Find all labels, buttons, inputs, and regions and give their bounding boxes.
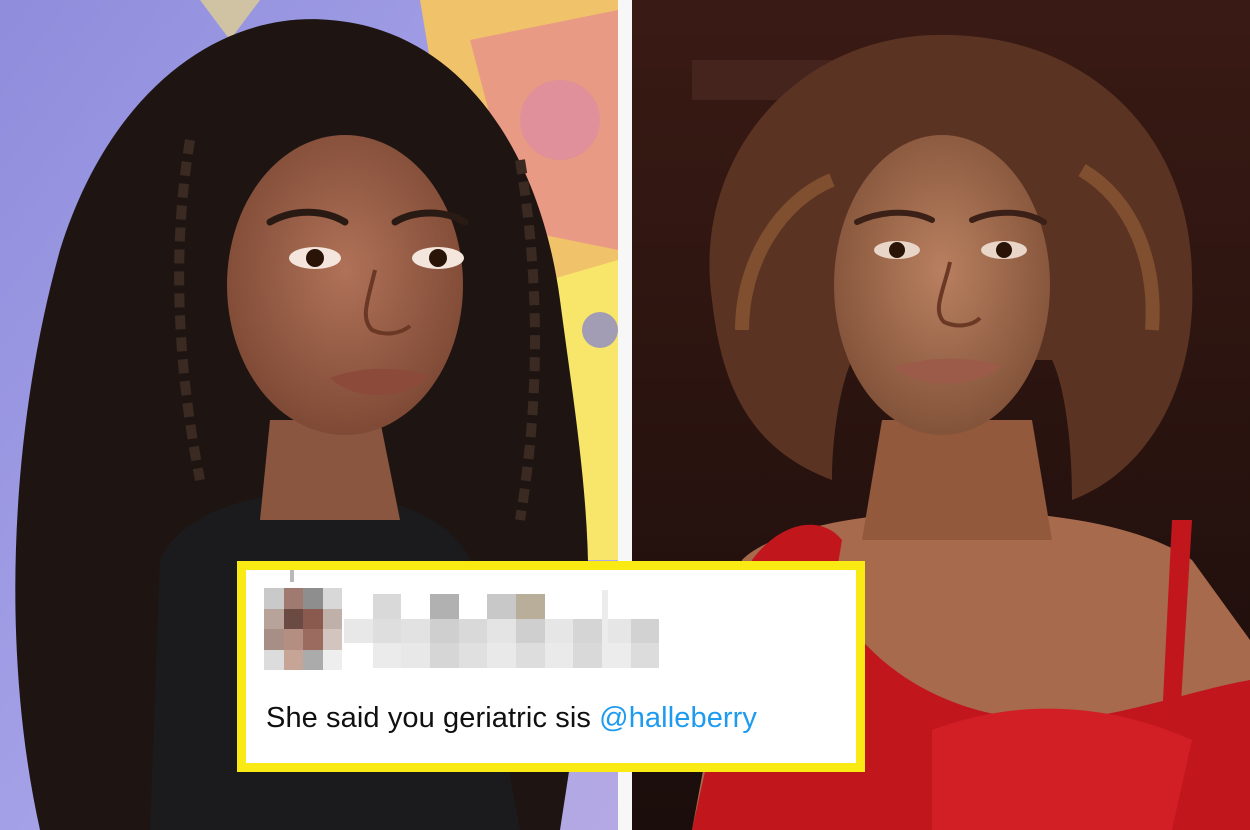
username-pixel: [659, 594, 688, 619]
username-pixel: [344, 594, 373, 619]
username-pixel: [401, 643, 430, 668]
username-pixel: [429, 594, 459, 619]
avatar-pixel: [283, 588, 303, 609]
username-pixel: [573, 643, 602, 668]
username-pixel: [487, 594, 516, 619]
username-pixel: [573, 594, 602, 619]
tweet-body: She said you geriatric sis: [266, 702, 591, 734]
avatar-pixel: [264, 649, 284, 670]
username-pixel: [429, 643, 459, 668]
username-pixel: [401, 594, 430, 619]
pixelated-divider: [602, 590, 608, 668]
username-pixel: [458, 643, 488, 668]
username-pixel: [630, 594, 660, 619]
username-pixel: [515, 618, 545, 644]
avatar-pixel: [303, 649, 323, 670]
avatar-pixel: [322, 629, 342, 650]
username-pixel: [515, 643, 545, 668]
tweet-card: She said you geriatric sis @halleberry: [237, 561, 865, 772]
username-pixel: [573, 618, 602, 644]
pixelated-avatar: [264, 588, 342, 670]
username-pixel: [458, 618, 488, 644]
tweet-mention[interactable]: @halleberry: [599, 702, 757, 734]
avatar-pixel: [303, 608, 323, 629]
username-pixel: [630, 618, 660, 644]
username-pixel: [429, 618, 459, 644]
avatar-pixel: [322, 588, 342, 609]
tweet-text: She said you geriatric sis @halleberry: [266, 702, 757, 735]
avatar-pixel: [283, 629, 303, 650]
username-pixel: [344, 643, 373, 668]
username-pixel: [372, 594, 402, 619]
username-pixel: [544, 594, 574, 619]
avatar-pixel: [303, 629, 323, 650]
avatar-pixel: [264, 629, 284, 650]
pixelated-mark: [290, 570, 294, 582]
pixelated-username: [344, 594, 688, 668]
username-pixel: [401, 618, 430, 644]
avatar-pixel: [264, 608, 284, 629]
username-pixel: [344, 618, 373, 644]
avatar-pixel: [283, 608, 303, 629]
username-pixel: [487, 618, 516, 644]
username-pixel: [630, 643, 660, 668]
username-pixel: [659, 618, 688, 644]
username-pixel: [515, 594, 545, 619]
avatar-pixel: [303, 588, 323, 609]
username-pixel: [487, 643, 516, 668]
avatar-pixel: [322, 649, 342, 670]
username-pixel: [544, 643, 574, 668]
avatar-pixel: [264, 588, 284, 609]
avatar-pixel: [322, 608, 342, 629]
username-pixel: [372, 618, 402, 644]
username-pixel: [458, 594, 488, 619]
username-pixel: [544, 618, 574, 644]
username-pixel: [372, 643, 402, 668]
username-pixel: [659, 643, 688, 668]
avatar-pixel: [283, 649, 303, 670]
